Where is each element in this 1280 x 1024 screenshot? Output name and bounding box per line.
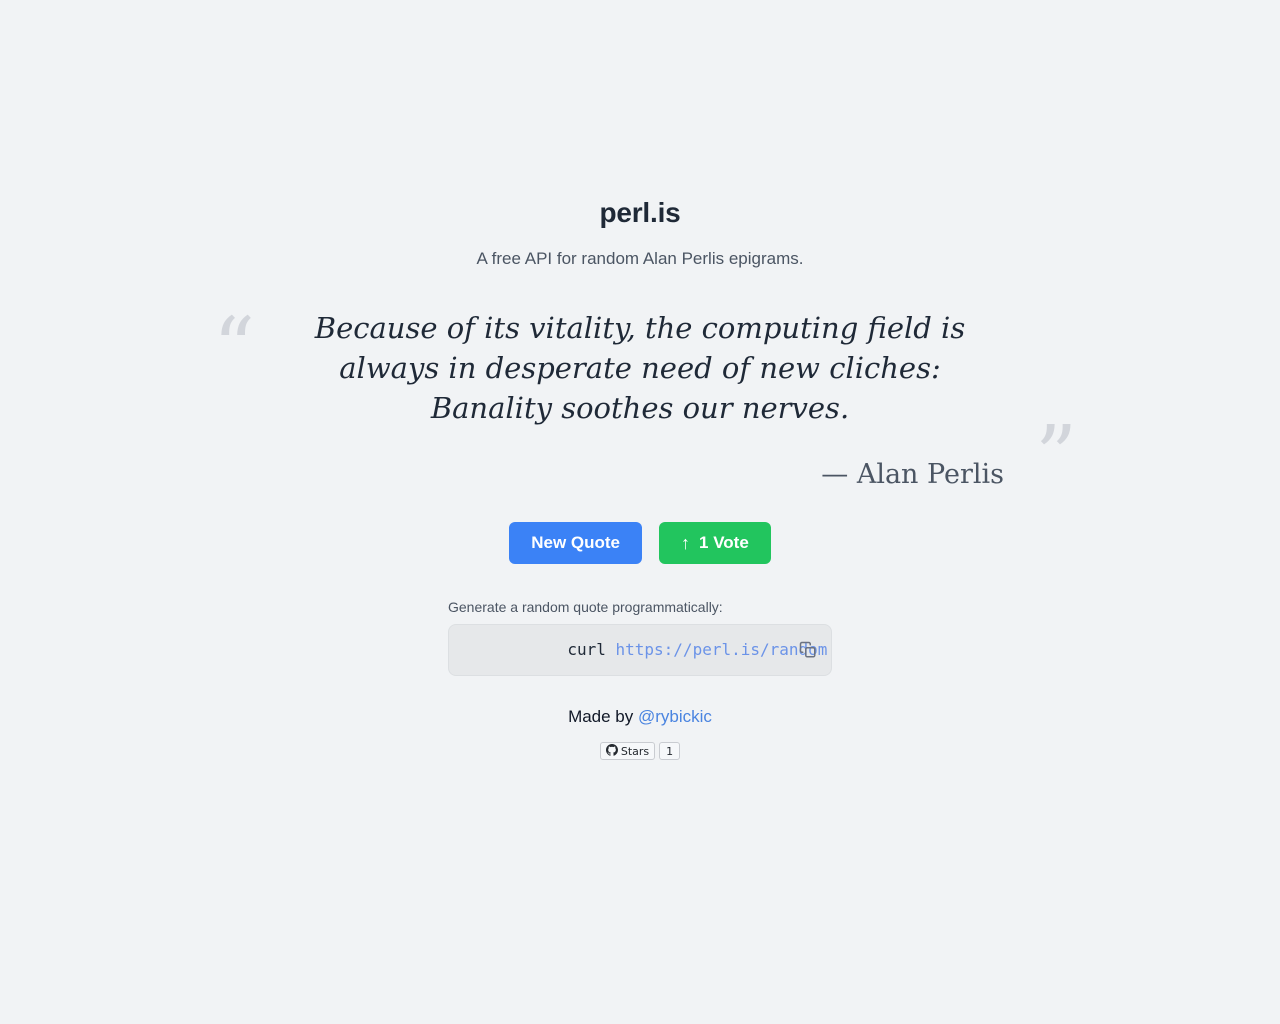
github-badge-count[interactable]: 1 [659,742,681,760]
api-section: Generate a random quote programmatically… [448,598,832,676]
github-icon [605,744,618,758]
api-url: https://perl.is/random [615,640,828,659]
close-quote-mark: ” [1035,409,1077,504]
github-stars-badge[interactable]: Stars 1 [599,742,681,760]
vote-button[interactable]: ↑ 1 Vote [659,522,771,564]
quote-text: Because of its vitality, the computing f… [314,311,966,425]
api-command-box[interactable]: curl https://perl.is/random [448,624,832,676]
github-badge-main[interactable]: Stars [599,742,656,760]
vote-button-label: 1 Vote [699,533,749,552]
quote-block: “ Because of its vitality, the computing… [200,301,1080,498]
curl-command: curl [567,640,616,659]
made-by-line: Made by @rybickic [200,706,1080,728]
open-quote-mark: “ [213,301,255,396]
content-container: perl.is A free API for random Alan Perli… [200,0,1080,761]
github-badge-label: Stars [620,744,650,758]
author-link[interactable]: @rybickic [638,707,712,726]
quote-attribution: — Alan Perlis [821,459,1004,490]
footer: Made by @rybickic Stars 1 [200,706,1080,761]
action-buttons: New Quote ↑ 1 Vote [200,522,1080,564]
api-label: Generate a random quote programmatically… [448,599,723,615]
new-quote-button[interactable]: New Quote [509,522,643,564]
made-by-text: Made by [568,707,638,726]
copy-icon [799,641,817,659]
page-title: perl.is [599,197,681,228]
copy-button[interactable] [797,639,819,661]
page-subtitle: A free API for random Alan Perlis epigra… [476,249,804,268]
page-root: perl.is A free API for random Alan Perli… [0,0,1280,1024]
arrow-up-icon: ↑ [681,533,691,553]
